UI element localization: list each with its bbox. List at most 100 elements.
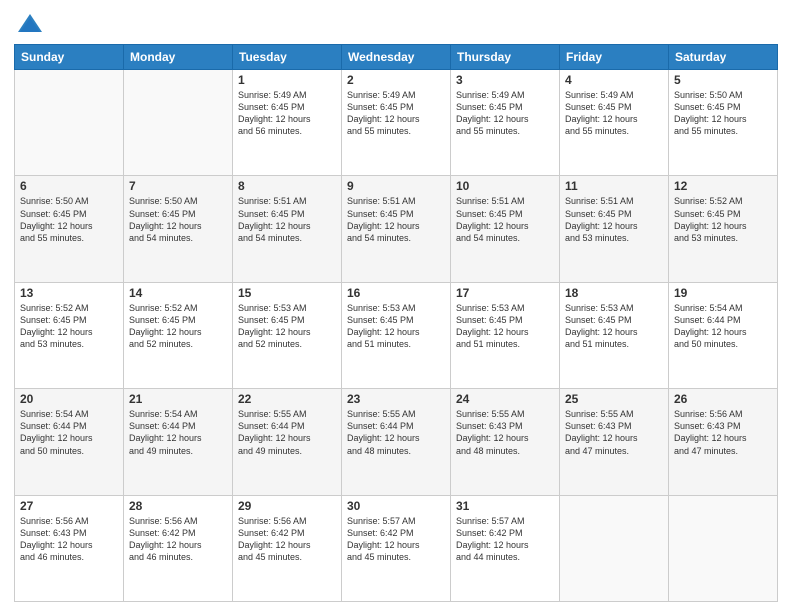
calendar-cell: 9Sunrise: 5:51 AM Sunset: 6:45 PM Daylig… (342, 176, 451, 282)
calendar-cell: 25 Sunrise: 5:55 AM Sunset: 6:43 PM Dayli… (560, 389, 669, 495)
calendar-cell: 20 Sunrise: 5:54 AM Sunset: 6:44 PM Dayli… (15, 389, 124, 495)
calendar-cell: 30 Sunrise: 5:57 AM Sunset: 6:42 PM Dayli… (342, 495, 451, 601)
calendar-cell: 12 Sunrise: 5:52 AM Sunset: 6:45 PM Dayli… (669, 176, 778, 282)
day-info: Sunrise: 5:55 AM Sunset: 6:43 PM Dayligh… (565, 408, 663, 457)
day-info: Sunrise: 5:54 AM Sunset: 6:44 PM Dayligh… (674, 302, 772, 351)
day-number: 18 (565, 286, 663, 300)
day-number: 19 (674, 286, 772, 300)
calendar-table: SundayMondayTuesdayWednesdayThursdayFrid… (14, 44, 778, 602)
calendar-week-row: 20 Sunrise: 5:54 AM Sunset: 6:44 PM Dayli… (15, 389, 778, 495)
day-info: Sunrise: 5:52 AM Sunset: 6:45 PM Dayligh… (20, 302, 118, 351)
day-info: Sunrise: 5:56 AM Sunset: 6:43 PM Dayligh… (674, 408, 772, 457)
calendar-cell: 21Sunrise: 5:54 AM Sunset: 6:44 PM Dayli… (124, 389, 233, 495)
calendar-cell: 23Sunrise: 5:55 AM Sunset: 6:44 PM Dayli… (342, 389, 451, 495)
calendar-cell (560, 495, 669, 601)
calendar-cell: 2Sunrise: 5:49 AM Sunset: 6:45 PM Daylig… (342, 70, 451, 176)
calendar-cell: 26 Sunrise: 5:56 AM Sunset: 6:43 PM Dayli… (669, 389, 778, 495)
day-info: Sunrise: 5:53 AM Sunset: 6:45 PM Dayligh… (456, 302, 554, 351)
calendar-cell: 27 Sunrise: 5:56 AM Sunset: 6:43 PM Dayli… (15, 495, 124, 601)
weekday-header-wednesday: Wednesday (342, 45, 451, 70)
day-info: Sunrise: 5:52 AM Sunset: 6:45 PM Dayligh… (674, 195, 772, 244)
weekday-header-monday: Monday (124, 45, 233, 70)
calendar-cell: 3 Sunrise: 5:49 AM Sunset: 6:45 PM Daylig… (451, 70, 560, 176)
day-number: 12 (674, 179, 772, 193)
day-info: Sunrise: 5:53 AM Sunset: 6:45 PM Dayligh… (347, 302, 445, 351)
calendar-cell: 10 Sunrise: 5:51 AM Sunset: 6:45 PM Dayli… (451, 176, 560, 282)
day-number: 5 (674, 73, 772, 87)
calendar-week-row: 27 Sunrise: 5:56 AM Sunset: 6:43 PM Dayli… (15, 495, 778, 601)
weekday-header-row: SundayMondayTuesdayWednesdayThursdayFrid… (15, 45, 778, 70)
calendar-cell: 19 Sunrise: 5:54 AM Sunset: 6:44 PM Dayli… (669, 282, 778, 388)
day-info: Sunrise: 5:51 AM Sunset: 6:45 PM Dayligh… (238, 195, 336, 244)
day-number: 7 (129, 179, 227, 193)
day-info: Sunrise: 5:53 AM Sunset: 6:45 PM Dayligh… (565, 302, 663, 351)
day-info: Sunrise: 5:51 AM Sunset: 6:45 PM Dayligh… (347, 195, 445, 244)
calendar-cell: 6 Sunrise: 5:50 AM Sunset: 6:45 PM Daylig… (15, 176, 124, 282)
day-number: 6 (20, 179, 118, 193)
day-info: Sunrise: 5:56 AM Sunset: 6:42 PM Dayligh… (238, 515, 336, 564)
day-number: 28 (129, 499, 227, 513)
day-info: Sunrise: 5:55 AM Sunset: 6:44 PM Dayligh… (238, 408, 336, 457)
day-info: Sunrise: 5:53 AM Sunset: 6:45 PM Dayligh… (238, 302, 336, 351)
weekday-header-thursday: Thursday (451, 45, 560, 70)
calendar-cell: 4Sunrise: 5:49 AM Sunset: 6:45 PM Daylig… (560, 70, 669, 176)
day-info: Sunrise: 5:51 AM Sunset: 6:45 PM Dayligh… (565, 195, 663, 244)
day-number: 20 (20, 392, 118, 406)
day-number: 24 (456, 392, 554, 406)
day-info: Sunrise: 5:51 AM Sunset: 6:45 PM Dayligh… (456, 195, 554, 244)
calendar-cell: 13 Sunrise: 5:52 AM Sunset: 6:45 PM Dayli… (15, 282, 124, 388)
day-number: 26 (674, 392, 772, 406)
weekday-header-saturday: Saturday (669, 45, 778, 70)
day-info: Sunrise: 5:50 AM Sunset: 6:45 PM Dayligh… (20, 195, 118, 244)
header (14, 10, 778, 38)
calendar-cell: 15Sunrise: 5:53 AM Sunset: 6:45 PM Dayli… (233, 282, 342, 388)
day-info: Sunrise: 5:50 AM Sunset: 6:45 PM Dayligh… (674, 89, 772, 138)
calendar-cell: 22 Sunrise: 5:55 AM Sunset: 6:44 PM Dayli… (233, 389, 342, 495)
calendar-cell: 16 Sunrise: 5:53 AM Sunset: 6:45 PM Dayli… (342, 282, 451, 388)
day-info: Sunrise: 5:50 AM Sunset: 6:45 PM Dayligh… (129, 195, 227, 244)
day-info: Sunrise: 5:55 AM Sunset: 6:43 PM Dayligh… (456, 408, 554, 457)
calendar-cell (15, 70, 124, 176)
day-number: 8 (238, 179, 336, 193)
day-number: 11 (565, 179, 663, 193)
day-number: 17 (456, 286, 554, 300)
day-info: Sunrise: 5:49 AM Sunset: 6:45 PM Dayligh… (456, 89, 554, 138)
calendar-cell: 11 Sunrise: 5:51 AM Sunset: 6:45 PM Dayli… (560, 176, 669, 282)
day-number: 22 (238, 392, 336, 406)
day-number: 23 (347, 392, 445, 406)
calendar-cell: 24 Sunrise: 5:55 AM Sunset: 6:43 PM Dayli… (451, 389, 560, 495)
day-number: 25 (565, 392, 663, 406)
day-number: 30 (347, 499, 445, 513)
day-number: 16 (347, 286, 445, 300)
calendar-cell (669, 495, 778, 601)
day-number: 1 (238, 73, 336, 87)
day-number: 10 (456, 179, 554, 193)
day-info: Sunrise: 5:57 AM Sunset: 6:42 PM Dayligh… (347, 515, 445, 564)
calendar-cell: 29 Sunrise: 5:56 AM Sunset: 6:42 PM Dayli… (233, 495, 342, 601)
calendar-cell: 14Sunrise: 5:52 AM Sunset: 6:45 PM Dayli… (124, 282, 233, 388)
calendar-cell: 7 Sunrise: 5:50 AM Sunset: 6:45 PM Daylig… (124, 176, 233, 282)
calendar-cell: 28Sunrise: 5:56 AM Sunset: 6:42 PM Dayli… (124, 495, 233, 601)
calendar-cell: 8 Sunrise: 5:51 AM Sunset: 6:45 PM Daylig… (233, 176, 342, 282)
day-number: 13 (20, 286, 118, 300)
day-info: Sunrise: 5:57 AM Sunset: 6:42 PM Dayligh… (456, 515, 554, 564)
logo (14, 10, 44, 38)
day-info: Sunrise: 5:54 AM Sunset: 6:44 PM Dayligh… (129, 408, 227, 457)
day-number: 14 (129, 286, 227, 300)
weekday-header-tuesday: Tuesday (233, 45, 342, 70)
weekday-header-sunday: Sunday (15, 45, 124, 70)
calendar-cell: 18 Sunrise: 5:53 AM Sunset: 6:45 PM Dayli… (560, 282, 669, 388)
day-number: 4 (565, 73, 663, 87)
calendar-cell: 31 Sunrise: 5:57 AM Sunset: 6:42 PM Dayli… (451, 495, 560, 601)
calendar-cell (124, 70, 233, 176)
day-number: 27 (20, 499, 118, 513)
day-number: 31 (456, 499, 554, 513)
calendar-cell: 1Sunrise: 5:49 AM Sunset: 6:45 PM Daylig… (233, 70, 342, 176)
day-number: 29 (238, 499, 336, 513)
day-number: 3 (456, 73, 554, 87)
day-info: Sunrise: 5:56 AM Sunset: 6:43 PM Dayligh… (20, 515, 118, 564)
calendar-cell: 17 Sunrise: 5:53 AM Sunset: 6:45 PM Dayli… (451, 282, 560, 388)
calendar-week-row: 1 Sunrise: 5:49 AM Sunset: 6:45 PM Daylig… (15, 70, 778, 176)
day-info: Sunrise: 5:54 AM Sunset: 6:44 PM Dayligh… (20, 408, 118, 457)
calendar-week-row: 6 Sunrise: 5:50 AM Sunset: 6:45 PM Daylig… (15, 176, 778, 282)
